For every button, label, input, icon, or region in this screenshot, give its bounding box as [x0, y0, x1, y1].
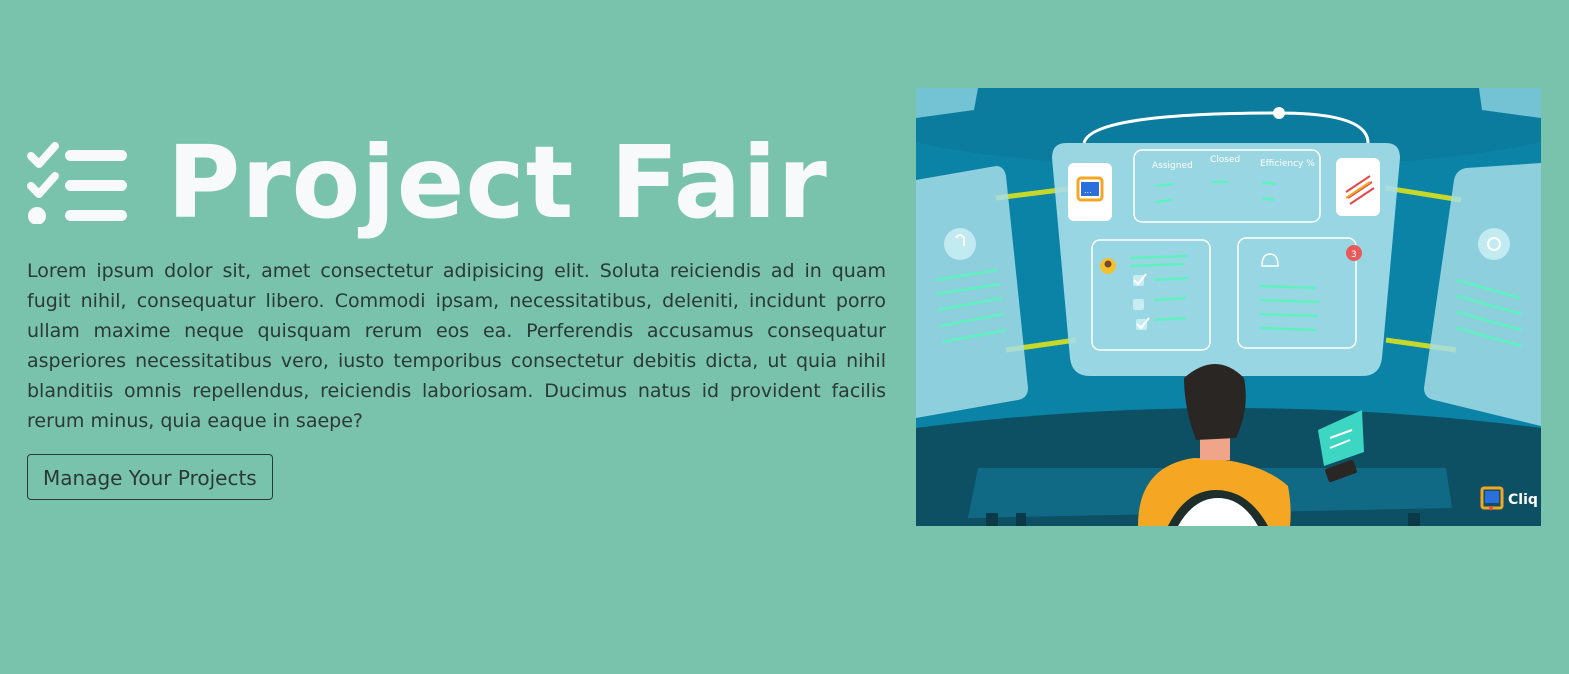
- col-assigned-label: Assigned: [1152, 161, 1193, 171]
- checklist-icon: [27, 142, 127, 225]
- svg-text:...: ...: [1084, 186, 1092, 195]
- brand-label: Cliq: [1508, 492, 1538, 508]
- hero-section: Project Fair Lorem ipsum dolor sit, amet…: [27, 128, 886, 500]
- hero-illustration: Assigned Closed Efficiency % ... 3 Cliq: [916, 88, 1541, 526]
- notification-count: 3: [1351, 250, 1357, 260]
- title-row: Project Fair: [27, 128, 886, 238]
- manage-projects-button[interactable]: Manage Your Projects: [27, 454, 273, 500]
- page-title: Project Fair: [167, 124, 828, 241]
- col-closed-label: Closed: [1210, 155, 1240, 165]
- col-efficiency-label: Efficiency %: [1260, 159, 1315, 169]
- hero-description: Lorem ipsum dolor sit, amet consectetur …: [27, 260, 886, 432]
